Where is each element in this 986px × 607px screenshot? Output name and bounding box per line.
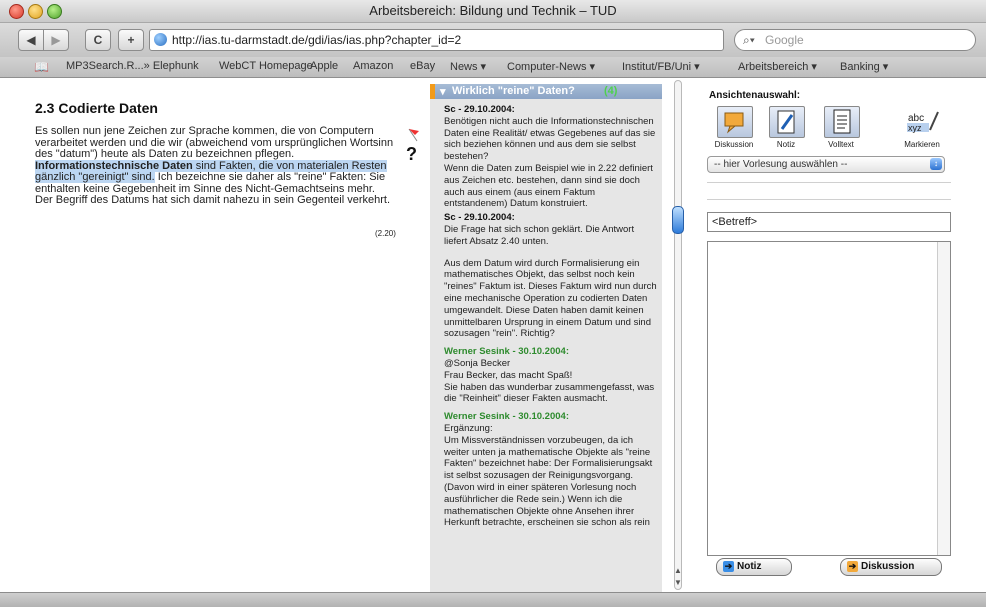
bookmark-item[interactable]: Arbeitsbereich ▾ xyxy=(738,60,817,73)
discussion-count: (4) xyxy=(604,85,618,97)
note-textarea[interactable] xyxy=(707,241,951,556)
add-bookmark-button[interactable]: + xyxy=(118,29,144,51)
bookmark-item[interactable]: MP3Search.R...» Elephunk xyxy=(66,60,199,72)
article-paragraph: Es sollen nun jene Zeichen zur Sprache k… xyxy=(35,125,395,207)
arrow-right-icon: ➔ xyxy=(723,561,734,572)
fulltext-view-button[interactable] xyxy=(824,106,860,138)
bookmark-item[interactable]: News ▾ xyxy=(450,60,486,73)
search-field[interactable]: ⌕▾ Google xyxy=(734,29,976,51)
back-button[interactable]: ◀ xyxy=(18,29,44,51)
reload-button[interactable]: C xyxy=(85,29,111,51)
forward-button[interactable]: ▶ xyxy=(43,29,69,51)
discussion-title: Wirklich "reine" Daten? xyxy=(452,85,575,97)
add-note-button[interactable]: ➔ Notiz xyxy=(716,558,792,576)
divider xyxy=(707,182,951,183)
post-text: Die Frage hat sich schon geklärt. Die An… xyxy=(444,223,635,247)
discussion-view-button[interactable] xyxy=(717,106,753,138)
section-heading: 2.3 Codierte Daten xyxy=(35,100,158,116)
expand-arrow-icon: ▾ xyxy=(440,86,446,98)
url-text: http://ias.tu-darmstadt.de/gdi/ias/ias.p… xyxy=(172,33,462,47)
scroll-track[interactable] xyxy=(674,80,682,590)
discussion-marker xyxy=(430,84,435,99)
bookmark-item[interactable]: Apple xyxy=(310,60,338,72)
search-placeholder: Google xyxy=(765,33,804,47)
address-bar[interactable]: http://ias.tu-darmstadt.de/gdi/ias/ias.p… xyxy=(149,29,724,51)
highlight-icon: abcxyz xyxy=(907,111,939,133)
globe-icon xyxy=(154,33,167,46)
discussion-panel: ▾ Wirklich "reine" Daten? (4) Sc - 29.10… xyxy=(430,84,662,598)
bookmark-item[interactable]: eBay xyxy=(410,60,435,72)
arrow-right-icon: ➔ xyxy=(847,561,858,572)
view-select-label: Ansichtenauswahl: xyxy=(709,90,801,101)
post-author: Sc - 29.10.2004: xyxy=(444,104,515,115)
status-bar xyxy=(0,592,986,607)
svg-text:xyz: xyz xyxy=(908,123,922,133)
scroll-up-icon[interactable]: ▲ xyxy=(673,566,683,576)
post-author: Werner Sesink - 30.10.2004: xyxy=(444,411,569,423)
post-text: Ergänzung: xyxy=(444,422,493,434)
question-icon[interactable]: ? xyxy=(406,144,417,165)
subject-input[interactable]: <Betreff> xyxy=(707,212,951,232)
discussion-header[interactable]: ▾ Wirklich "reine" Daten? (4) xyxy=(430,84,662,99)
view-label-volltext: Volltext xyxy=(828,140,854,149)
discussion-icon xyxy=(724,112,744,134)
post-text: Sie haben das wunderbar zusammengefasst,… xyxy=(444,381,655,405)
book-icon[interactable]: 📖 xyxy=(34,60,49,74)
divider xyxy=(707,199,951,200)
bookmark-item[interactable]: Amazon xyxy=(353,60,393,72)
bookmark-item[interactable]: Banking ▾ xyxy=(840,60,888,73)
title-bar: Arbeitsbereich: Bildung und Technik – TU… xyxy=(0,0,986,23)
add-note-label: Notiz xyxy=(737,561,762,572)
paragraph-ref: (2.20) xyxy=(375,229,396,238)
highlighted-bold: Informationstechnische Daten xyxy=(35,159,193,172)
lecture-select[interactable]: -- hier Vorlesung auswählen -- ↕ xyxy=(707,156,945,173)
scroll-thumb[interactable] xyxy=(672,206,684,234)
add-discussion-button[interactable]: ➔ Diskussion xyxy=(840,558,942,576)
view-label-markieren: Markieren xyxy=(904,140,940,149)
bookmark-item[interactable]: Institut/FB/Uni ▾ xyxy=(622,60,700,73)
highlight-view-button[interactable]: abc xyz xyxy=(902,108,942,136)
search-icon: ⌕▾ xyxy=(743,33,755,47)
bookmarks-bar: 📖 MP3Search.R...» Elephunk WebCT Homepag… xyxy=(0,57,986,78)
paragraph-text: Es sollen nun jene Zeichen zur Sprache k… xyxy=(35,125,394,160)
post-text: Wenn die Daten zum Beispiel wie in 2.22 … xyxy=(444,162,653,210)
post-text: Benötigen nicht auch die Informationstec… xyxy=(444,115,656,163)
article-panel: 2.3 Codierte Daten Es sollen nun jene Ze… xyxy=(0,78,430,592)
post-text: Frau Becker, das macht Spaß! xyxy=(444,369,573,381)
post-author: Sc - 29.10.2004: xyxy=(444,212,515,224)
add-discussion-label: Diskussion xyxy=(861,561,915,572)
browser-toolbar: ◀ ▶ C + http://ias.tu-darmstadt.de/gdi/i… xyxy=(0,23,986,57)
bookmark-item[interactable]: WebCT Homepage xyxy=(219,60,313,72)
fulltext-icon xyxy=(833,109,851,134)
bookmark-item[interactable]: Computer-News ▾ xyxy=(507,60,595,73)
post-text: @Sonja Becker xyxy=(444,357,511,369)
flag-icon[interactable] xyxy=(406,128,420,142)
discussion-posts: Sc - 29.10.2004: Benötigen nicht auch di… xyxy=(444,102,658,529)
post-author: Werner Sesink - 30.10.2004: xyxy=(444,346,569,358)
lecture-select-value: -- hier Vorlesung auswählen -- xyxy=(714,159,848,170)
textarea-scrollbar[interactable] xyxy=(937,242,950,555)
scroll-down-icon[interactable]: ▼ xyxy=(673,578,683,588)
post-text: Aus dem Datum wird durch Formalisierung … xyxy=(444,257,657,340)
post-text: Um Missverständnissen vorzubeugen, da ic… xyxy=(444,434,653,529)
select-arrows-icon: ↕ xyxy=(930,158,942,170)
view-panel: Ansichtenauswahl: abc xyz Diskussion Noti… xyxy=(692,78,986,592)
window-title: Arbeitsbereich: Bildung und Technik – TU… xyxy=(369,3,617,18)
view-label-notiz: Notiz xyxy=(776,140,796,149)
view-label-diskussion: Diskussion xyxy=(714,140,754,149)
note-icon xyxy=(777,110,795,134)
note-view-button[interactable] xyxy=(769,106,805,138)
